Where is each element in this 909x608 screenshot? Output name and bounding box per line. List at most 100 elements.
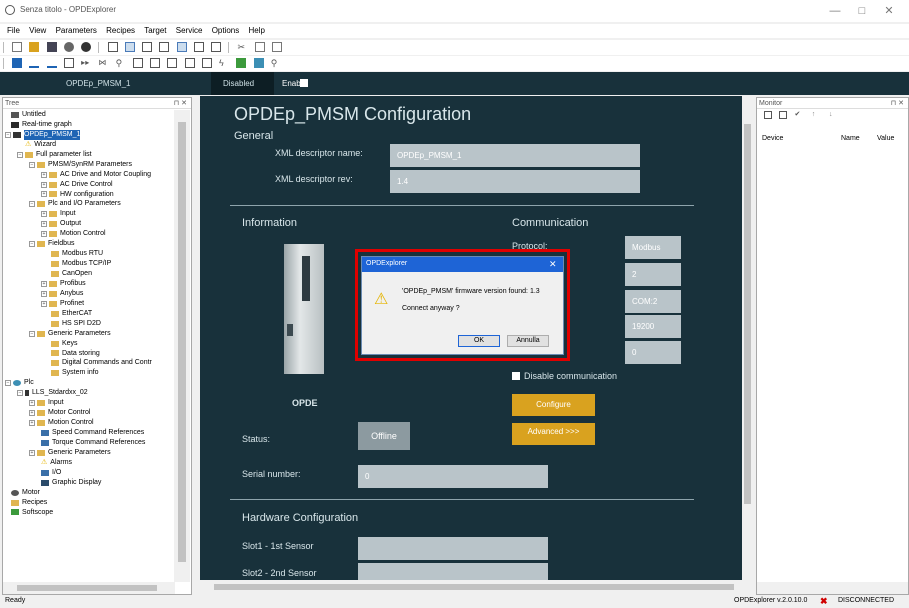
menu-recipes[interactable]: Recipes: [106, 26, 135, 35]
tree-item[interactable]: ⚠ Alarms: [3, 458, 152, 468]
tree-item[interactable]: + AC Drive Control: [3, 180, 152, 190]
tree-item[interactable]: I/O: [3, 468, 152, 478]
xml-name-field[interactable]: OPDEp_PMSM_1: [390, 144, 640, 167]
tree-item[interactable]: HS SPI D2D: [3, 319, 152, 329]
tree-item[interactable]: ⚠ Wizard: [3, 140, 152, 150]
tree-item[interactable]: + Generic Parameters: [3, 448, 152, 458]
search-icon[interactable]: ⚲: [271, 58, 281, 68]
new-icon[interactable]: [12, 42, 23, 52]
view-grid-icon[interactable]: [159, 42, 170, 52]
tree-item[interactable]: Softscope: [3, 508, 152, 518]
port-field[interactable]: COM:2: [625, 290, 681, 313]
tree-item[interactable]: − Plc: [3, 378, 152, 388]
tree-item[interactable]: − LLS_Stdardxx_02: [3, 388, 152, 398]
collapse-icon[interactable]: −: [17, 390, 23, 397]
view-list-icon[interactable]: [142, 42, 153, 52]
tree-item[interactable]: Keys: [3, 339, 152, 349]
tree-item[interactable]: Digital Commands and Contr: [3, 358, 152, 368]
serial-field[interactable]: 0: [358, 465, 548, 488]
collapse-icon[interactable]: −: [5, 380, 11, 387]
expand-icon[interactable]: +: [29, 410, 35, 417]
menu-target[interactable]: Target: [144, 26, 166, 35]
copy-icon[interactable]: [254, 42, 265, 52]
arrow-up-icon[interactable]: ↑: [812, 111, 822, 121]
collapse-icon[interactable]: −: [5, 131, 11, 138]
lightning-icon[interactable]: ϟ: [219, 58, 229, 68]
xml-rev-field[interactable]: 1.4: [390, 170, 640, 193]
tree-item[interactable]: − Fieldbus: [3, 239, 152, 249]
col-device[interactable]: Device: [762, 135, 783, 142]
expand-icon[interactable]: +: [41, 191, 47, 198]
cut-icon[interactable]: ✂: [238, 42, 248, 52]
tree-item[interactable]: Data storing: [3, 349, 152, 359]
view-tree-icon[interactable]: [107, 42, 118, 52]
tree-hscroll-thumb[interactable]: [17, 585, 157, 591]
main-hscrollbar[interactable]: [200, 581, 753, 593]
run-icon[interactable]: [236, 58, 247, 68]
plc-icon[interactable]: [253, 58, 264, 68]
tree-item[interactable]: − Plc and I/O Parameters: [3, 199, 152, 209]
slot2-field[interactable]: [358, 563, 548, 580]
collapse-icon[interactable]: ⋈: [98, 58, 108, 68]
view-monitor-icon[interactable]: [176, 42, 187, 52]
tree-item[interactable]: Motor: [3, 488, 152, 498]
tree-item[interactable]: Torque Command References: [3, 438, 152, 448]
tree-item[interactable]: + Input: [3, 398, 152, 408]
arrow-down-icon[interactable]: ↓: [829, 111, 839, 121]
tree-item[interactable]: + AC Drive and Motor Coupling: [3, 170, 152, 180]
tree-item[interactable]: System info: [3, 368, 152, 378]
main-hscroll-thumb[interactable]: [214, 584, 734, 590]
expand-icon[interactable]: +: [41, 280, 47, 287]
compare-icon[interactable]: [63, 58, 74, 68]
view-graph-icon[interactable]: [193, 42, 204, 52]
download-icon[interactable]: [46, 58, 57, 68]
disable-comm-checkbox[interactable]: [512, 372, 520, 380]
slot1-field[interactable]: [358, 537, 548, 560]
open-icon[interactable]: [29, 42, 40, 52]
tree-item[interactable]: + Motion Control: [3, 418, 152, 428]
menu-file[interactable]: File: [7, 26, 20, 35]
tree-item[interactable]: − Generic Parameters: [3, 329, 152, 339]
minimize-button[interactable]: —: [820, 3, 850, 19]
tree-item[interactable]: EtherCAT: [3, 309, 152, 319]
tree-item[interactable]: + Profinet: [3, 299, 152, 309]
advanced-button[interactable]: Advanced >>>: [512, 423, 595, 445]
address-field[interactable]: 2: [625, 263, 681, 286]
tree-vscroll-thumb[interactable]: [178, 122, 186, 562]
monitor-remove-icon[interactable]: [150, 58, 161, 68]
checkmark-icon[interactable]: ✔: [794, 111, 804, 121]
timeout-field[interactable]: 0: [625, 341, 681, 364]
expand-icon[interactable]: +: [41, 221, 47, 228]
view-layout-icon[interactable]: [211, 42, 222, 52]
maximize-button[interactable]: □: [847, 3, 877, 19]
expand-icon[interactable]: +: [41, 211, 47, 218]
tree-hscrollbar[interactable]: [3, 582, 175, 594]
connect-icon[interactable]: [63, 42, 74, 52]
tree-item[interactable]: Recipes: [3, 498, 152, 508]
tree-pin-close[interactable]: ⊓ ✕: [174, 98, 187, 109]
graph-add-icon[interactable]: [167, 58, 178, 68]
col-name[interactable]: Name: [841, 135, 860, 142]
expand-icon[interactable]: +: [29, 400, 35, 407]
expand-icon[interactable]: +: [41, 231, 47, 238]
expand-icon[interactable]: +: [41, 300, 47, 307]
link-icon[interactable]: ⚲: [116, 58, 126, 68]
menu-help[interactable]: Help: [249, 26, 265, 35]
tree-item[interactable]: CanOpen: [3, 269, 152, 279]
device-icon[interactable]: [12, 58, 23, 68]
upload-icon[interactable]: [29, 58, 40, 68]
tree-item[interactable]: + Input: [3, 209, 152, 219]
tree-vscrollbar[interactable]: [174, 110, 190, 582]
monitor-add-icon[interactable]: [764, 111, 772, 119]
view-parameters-icon[interactable]: [124, 42, 135, 52]
monitor-pin-close[interactable]: ⊓ ✕: [891, 98, 904, 109]
collapse-icon[interactable]: −: [29, 330, 35, 337]
tree-item[interactable]: + Output: [3, 219, 152, 229]
menu-options[interactable]: Options: [212, 26, 240, 35]
configure-button[interactable]: Configure: [512, 394, 595, 416]
tree-item-selected[interactable]: − OPDEp_PMSM_1: [3, 129, 152, 140]
menu-service[interactable]: Service: [176, 26, 203, 35]
tree-item[interactable]: Real-time graph: [3, 120, 152, 130]
forward-icon[interactable]: ▸▸: [81, 58, 91, 68]
paste-icon[interactable]: [271, 42, 282, 52]
